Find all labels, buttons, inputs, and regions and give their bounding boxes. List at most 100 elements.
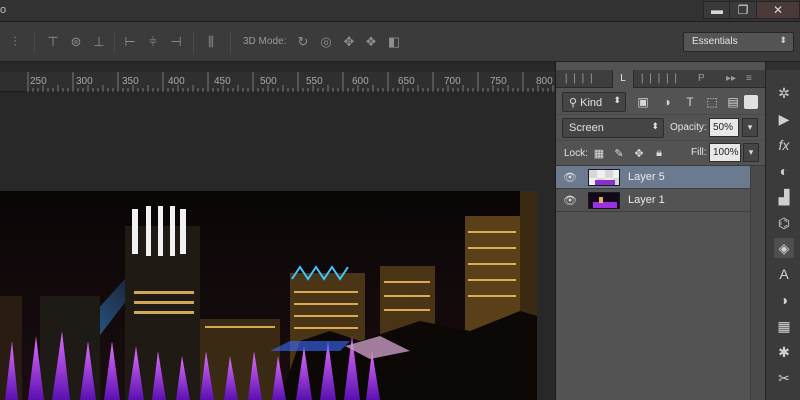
actions-icon[interactable]: ▶: [774, 109, 794, 129]
title-bar: o ▬ ❐ ✕: [0, 0, 800, 22]
paths-icon[interactable]: ⌬: [774, 213, 794, 233]
ruler-label: 250: [30, 76, 47, 87]
ruler-label: 650: [398, 76, 415, 87]
slide-3d-icon[interactable]: ❖: [362, 34, 380, 50]
opacity-slider-button[interactable]: ▾: [742, 118, 758, 137]
layers-scrollbar[interactable]: [750, 166, 766, 400]
restore-button[interactable]: ❐: [729, 1, 757, 19]
filter-kind-select[interactable]: ⚲ Kind ⬍: [562, 92, 626, 112]
distribute-icon[interactable]: ⫶: [6, 34, 24, 50]
eye-icon[interactable]: 👁︎: [562, 170, 578, 184]
options-separator: [114, 31, 115, 53]
filter-kind-label: Kind: [580, 97, 603, 109]
city-night-photo: [0, 191, 537, 400]
ruler-label: 800: [536, 76, 553, 87]
lock-label: Lock:: [564, 148, 588, 159]
panel-menu-icon[interactable]: ≡: [746, 70, 752, 88]
panel-tab[interactable]: ❘❘❘❘❘: [638, 70, 680, 88]
chevron-updown-icon: ⬍: [779, 35, 787, 45]
align-left-icon[interactable]: ⊢: [121, 34, 139, 50]
chevron-updown-icon: ⬍: [651, 121, 659, 131]
layer-name: Layer 1: [628, 194, 665, 206]
chevron-updown-icon: ⬍: [613, 95, 621, 105]
panel-tab[interactable]: ❘❘❘❘: [562, 70, 596, 88]
options-separator: [230, 31, 231, 53]
layers-icon[interactable]: ◈: [774, 238, 794, 258]
fx-styles-icon[interactable]: fx: [774, 135, 794, 155]
histogram-icon[interactable]: ▟: [774, 187, 794, 207]
tools-presets-icon[interactable]: ✂: [774, 368, 794, 388]
ruler-label: 400: [168, 76, 185, 87]
shape-filter-icon[interactable]: ⬚: [704, 94, 720, 110]
auto-align-icon[interactable]: ⫼: [202, 34, 220, 50]
type-filter-icon[interactable]: T: [682, 94, 698, 110]
ruler-label: 700: [444, 76, 461, 87]
dock-header[interactable]: [766, 62, 800, 70]
ruler-label: 600: [352, 76, 369, 87]
minimize-button[interactable]: ▬: [703, 1, 731, 19]
lock-brush-icon[interactable]: ✎: [612, 146, 626, 160]
options-separator: [34, 31, 35, 53]
color-icon[interactable]: ◐: [774, 161, 794, 181]
align-hcenter-icon[interactable]: ⫩: [144, 34, 162, 50]
align-top-icon[interactable]: ⊤: [44, 34, 62, 50]
lock-transparency-icon[interactable]: ▦: [592, 146, 606, 160]
ruler-label: 450: [214, 76, 231, 87]
blend-mode-select[interactable]: Screen ⬍: [562, 118, 664, 138]
history-icon[interactable]: ✲: [774, 83, 794, 103]
roll-3d-icon[interactable]: ◎: [317, 34, 335, 50]
lock-position-icon[interactable]: ✥: [632, 146, 646, 160]
opacity-input[interactable]: 50%: [709, 118, 739, 137]
opacity-label: Opacity:: [670, 122, 707, 133]
search-icon: ⚲: [569, 97, 581, 109]
align-vcenter-icon[interactable]: ⊜: [67, 34, 85, 50]
panel-tab-strip: ❘❘❘❘ L ❘❘❘❘❘ P ▸▸ ≡: [556, 70, 766, 88]
ruler-label: 750: [490, 76, 507, 87]
rotate-3d-icon[interactable]: ↻: [294, 34, 312, 50]
layers-panel: ❘❘❘❘ L ❘❘❘❘❘ P ▸▸ ≡ ⚲ Kind ⬍ ▣ ◑ T ⬚ ▤ S…: [555, 62, 766, 400]
fill-slider-button[interactable]: ▾: [743, 143, 759, 162]
swatches-icon[interactable]: ▦: [774, 316, 794, 336]
ruler-label: 500: [260, 76, 277, 87]
adjustment-filter-icon[interactable]: ◑: [659, 94, 675, 110]
window-title: o: [0, 4, 7, 16]
image-filter-icon[interactable]: ▣: [635, 94, 651, 110]
layer-thumbnail: [588, 169, 620, 186]
panel-collapse-icon[interactable]: ▸▸: [726, 70, 736, 88]
drag-3d-icon[interactable]: ✥: [340, 34, 358, 50]
align-right-icon[interactable]: ⊣: [167, 34, 185, 50]
close-button[interactable]: ✕: [756, 1, 800, 19]
align-bottom-icon[interactable]: ⊥: [90, 34, 108, 50]
blend-row: Screen ⬍ Opacity: 50% ▾: [556, 114, 766, 140]
options-bar: ⫶ ⊤ ⊜ ⊥ ⊢ ⫩ ⊣ ⫼ 3D Mode: ↻ ◎ ✥ ❖ ◧ Essen…: [0, 22, 800, 62]
workspace-label: Essentials: [692, 36, 738, 47]
document-image[interactable]: [0, 191, 537, 400]
fill-label: Fill:: [691, 147, 707, 158]
tab-paths[interactable]: P: [698, 70, 705, 88]
lock-all-icon[interactable]: 🔒︎: [652, 146, 666, 160]
workspace-switcher[interactable]: Essentials ⬍: [683, 32, 794, 52]
layer-row-layer-1[interactable]: 👁︎ Layer 1: [556, 189, 750, 212]
toggle-filter-icon[interactable]: [744, 95, 758, 109]
ruler-label: 350: [122, 76, 139, 87]
blend-mode-label: Screen: [569, 122, 604, 134]
layer-1-thumbnail-art: [589, 193, 619, 208]
fill-input[interactable]: 100%: [709, 143, 741, 162]
ruler-label: 300: [76, 76, 93, 87]
layer-row-layer-5[interactable]: 👁︎ Layer 5: [556, 166, 750, 189]
panel-dock: ✲ ▶ fx ◐ ▟ ⌬ ◈ A ◑ ▦ ✱ ✂: [765, 62, 800, 400]
eye-icon[interactable]: 👁︎: [562, 193, 578, 207]
ruler-label: 550: [306, 76, 323, 87]
horizontal-ruler: 250 300 350 400 450 500 550 600 650 700 …: [0, 72, 555, 92]
layer-5-thumbnail-art: [589, 170, 619, 185]
scale-3d-icon[interactable]: ◧: [385, 34, 403, 50]
layer-name: Layer 5: [628, 171, 665, 183]
options-separator: [193, 31, 194, 53]
mode-3d-label: 3D Mode:: [243, 36, 287, 47]
tab-layers[interactable]: L: [612, 70, 634, 88]
layer-thumbnail: [588, 192, 620, 209]
character-icon[interactable]: A: [774, 264, 794, 284]
smart-filter-icon[interactable]: ▤: [725, 94, 741, 110]
brush-icon[interactable]: ✱: [774, 342, 794, 362]
adjustments-icon[interactable]: ◑: [774, 290, 794, 310]
